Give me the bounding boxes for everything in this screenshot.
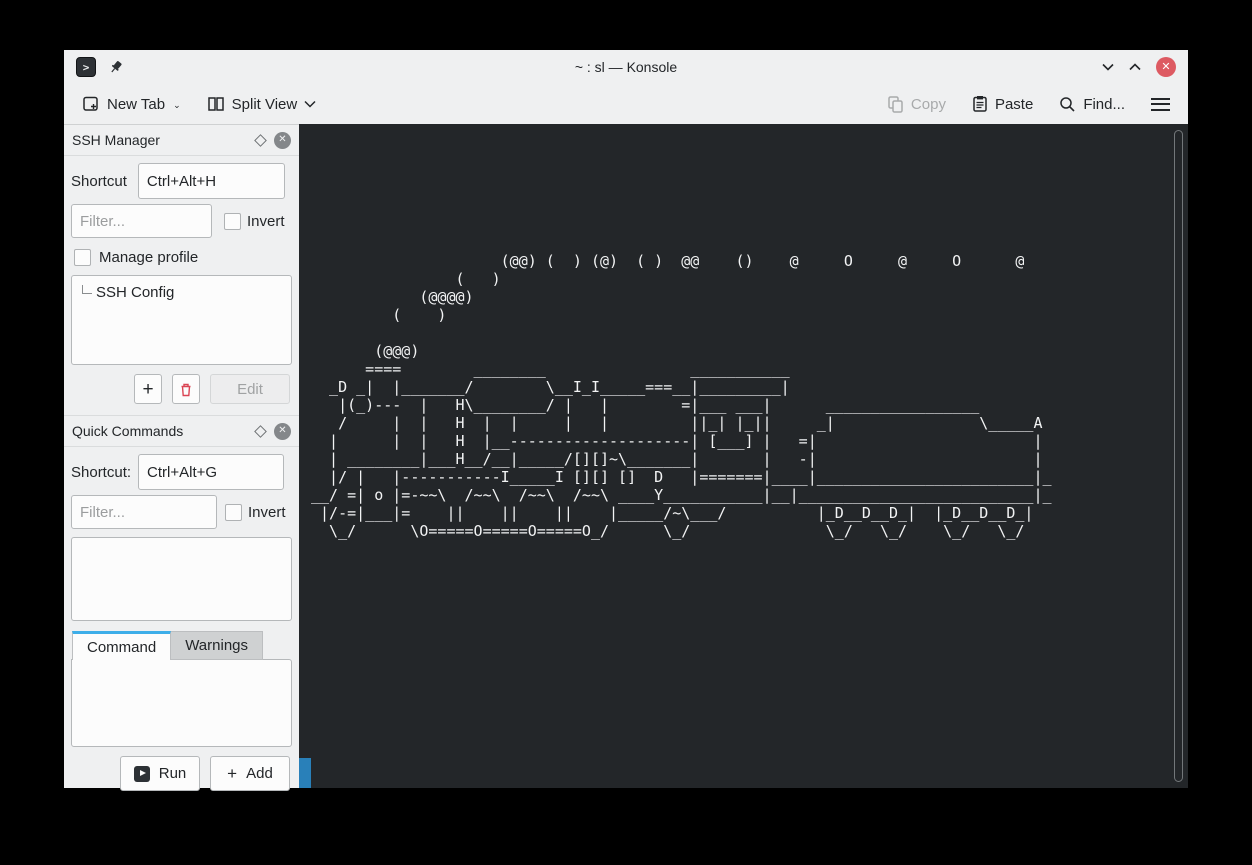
close-button[interactable]: ✕ (1156, 57, 1176, 77)
hamburger-icon (1151, 98, 1170, 111)
split-view-chevron (304, 100, 316, 108)
split-view-label: Split View (232, 96, 298, 113)
new-tab-icon (82, 95, 100, 113)
panel-splitter-handle[interactable] (299, 758, 311, 788)
ssh-delete-button[interactable] (172, 374, 200, 404)
toolbar: New Tab ⌄ Split View Copy (64, 84, 1188, 124)
close-panel-icon[interactable]: ✕ (274, 132, 291, 149)
ssh-tree-list[interactable]: SSH Config (71, 275, 292, 365)
terminal-display[interactable]: (@@) ( ) (@) ( ) @@ () @ O @ O @ ( ) (@@… (299, 124, 1188, 788)
quick-commands-title: Quick Commands (72, 423, 183, 439)
qc-invert-label: Invert (248, 504, 286, 521)
find-label: Find... (1083, 96, 1125, 113)
add-label: Add (246, 765, 273, 782)
split-view-icon (207, 95, 225, 113)
titlebar: > ~ : sl — Konsole ✕ (64, 50, 1188, 84)
tab-warnings[interactable]: Warnings (171, 631, 263, 660)
qc-command-list[interactable] (71, 537, 292, 621)
paste-label: Paste (995, 96, 1033, 113)
run-label: Run (159, 765, 187, 782)
qc-filter-input[interactable] (71, 495, 217, 529)
ssh-shortcut-field[interactable] (138, 163, 285, 199)
tab-command[interactable]: Command (72, 631, 171, 660)
plus-icon: + (142, 380, 153, 399)
copy-label: Copy (911, 96, 946, 113)
tree-item-label: SSH Config (96, 284, 174, 301)
window-title: ~ : sl — Konsole (64, 59, 1188, 75)
qc-invert-checkbox[interactable] (225, 504, 242, 521)
qc-run-button[interactable]: Run (120, 756, 200, 791)
tree-item-ssh-config[interactable]: SSH Config (72, 276, 291, 301)
menu-button[interactable] (1151, 98, 1170, 111)
sidebar: SSH Manager ✕ Shortcut Invert Manage pro… (64, 124, 299, 788)
ssh-manager-header: SSH Manager ✕ (64, 124, 299, 156)
minimize-button[interactable] (1102, 63, 1114, 71)
play-icon (134, 766, 150, 782)
ssh-invert-checkbox[interactable] (224, 213, 241, 230)
ssh-filter-input[interactable] (71, 204, 212, 238)
new-tab-button[interactable]: New Tab ⌄ (82, 95, 181, 113)
qc-shortcut-label: Shortcut: (71, 464, 131, 481)
qc-shortcut-field[interactable] (138, 454, 284, 490)
copy-button[interactable]: Copy (887, 95, 946, 113)
copy-icon (887, 95, 904, 113)
float-panel-icon[interactable] (254, 134, 267, 147)
konsole-window: > ~ : sl — Konsole ✕ (64, 50, 1188, 788)
search-icon (1059, 96, 1076, 113)
find-button[interactable]: Find... (1059, 96, 1125, 113)
trash-icon (179, 382, 193, 397)
ssh-add-button[interactable]: + (134, 374, 162, 404)
qc-add-button[interactable]: + Add (210, 756, 290, 791)
manage-profile-label: Manage profile (99, 249, 198, 266)
ssh-manager-title: SSH Manager (72, 132, 160, 148)
ssh-invert-label: Invert (247, 213, 285, 230)
new-tab-dropdown-caret[interactable]: ⌄ (173, 100, 181, 111)
quick-commands-header: Quick Commands ✕ (64, 415, 299, 447)
float-panel-icon[interactable] (254, 425, 267, 438)
paste-icon (972, 95, 988, 113)
new-tab-label: New Tab (107, 96, 165, 113)
manage-profile-checkbox[interactable] (74, 249, 91, 266)
terminal-scrollbar[interactable] (1174, 130, 1183, 782)
split-view-button[interactable]: Split View (207, 95, 317, 113)
terminal-ascii-art-sl-train: (@@) ( ) (@) ( ) @@ () @ O @ O @ ( ) (@@… (311, 252, 1052, 540)
tree-branch-icon (82, 285, 92, 294)
ssh-edit-button[interactable]: Edit (210, 374, 290, 404)
close-panel-icon[interactable]: ✕ (274, 423, 291, 440)
ssh-shortcut-label: Shortcut (71, 173, 127, 190)
plus-icon: + (227, 765, 237, 782)
maximize-button[interactable] (1129, 63, 1141, 71)
paste-button[interactable]: Paste (972, 95, 1033, 113)
qc-command-editor[interactable] (71, 659, 292, 747)
